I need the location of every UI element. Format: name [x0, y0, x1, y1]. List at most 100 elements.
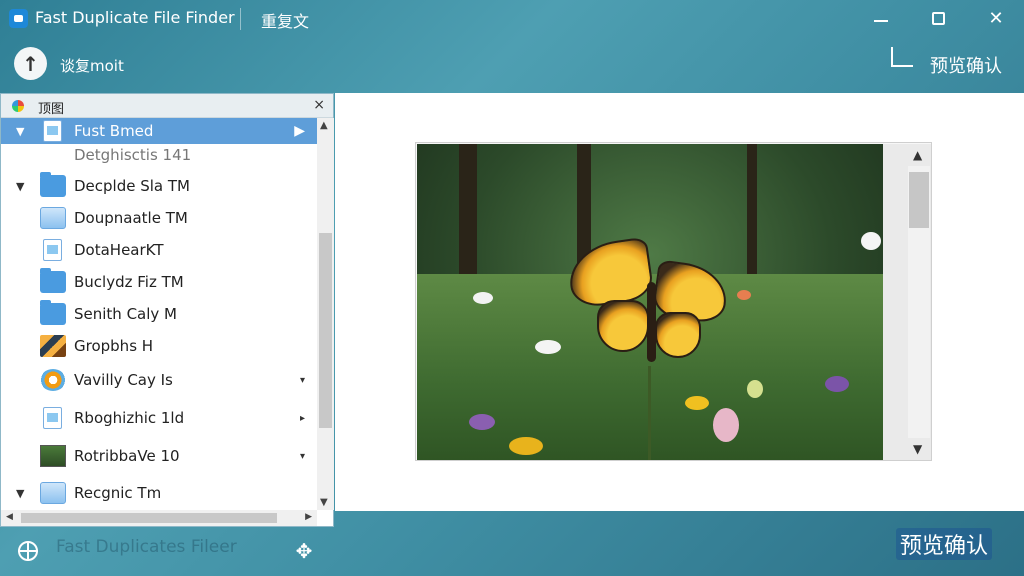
document-title: 重复文 [261, 12, 310, 31]
folder-light-icon [40, 482, 66, 504]
tree-item[interactable]: Senith Caly M [1, 300, 317, 327]
navigation-label: 谈复moit [60, 57, 124, 75]
tree-item[interactable]: Doupnaatle TM [1, 205, 317, 231]
butterfly [565, 236, 734, 372]
document-icon [43, 120, 62, 142]
tree-trunk [459, 144, 477, 294]
scroll-up-arrow-icon[interactable]: ▲ [320, 120, 328, 131]
expand-arrow-icon[interactable]: ▼ [16, 180, 24, 193]
folder-icon [40, 300, 66, 325]
image-vertical-scrollbar[interactable]: ▲ ▼ [883, 144, 931, 460]
file-tree: ▼ Fust Bmed ▶ Detghisctis 141 ▼ Decplde Sla T… [1, 118, 317, 510]
tree-item[interactable]: RotribbaVe 10 ▾ [1, 443, 317, 469]
folder-light-icon [40, 207, 66, 229]
tree-item[interactable]: ▼ Decplde Sla TM [1, 172, 317, 199]
color-wheel-icon [12, 100, 24, 112]
tree-item[interactable]: Gropbhs H [1, 333, 317, 359]
folder-icon [40, 268, 66, 293]
preview-confirm-link[interactable]: 预览确认 [930, 52, 1002, 78]
app-logo-icon [9, 9, 28, 28]
flower [535, 340, 561, 354]
flower-stem [648, 366, 651, 460]
expand-indicator-icon[interactable]: ▾ [300, 375, 305, 386]
tree-horizontal-scrollbar[interactable]: ◀ ▶ [1, 510, 317, 526]
close-icon: ✕ [988, 7, 1004, 29]
tree-item[interactable]: Detghisctis 141 [1, 142, 317, 168]
tree-item[interactable]: DotaHearKT [1, 237, 317, 263]
flower [685, 396, 709, 410]
tree-item-label: RotribbaVe 10 [74, 447, 180, 465]
gear-icon [40, 369, 66, 391]
preview-pane: ▲ ▼ [335, 93, 1024, 511]
scroll-right-arrow-icon[interactable]: ▶ [305, 512, 312, 522]
scroll-down-arrow-icon[interactable]: ▼ [320, 497, 328, 508]
close-button[interactable]: ✕ [981, 4, 1011, 32]
flower [473, 292, 493, 304]
flower [747, 380, 763, 398]
tree-item[interactable]: ▼ Fust Bmed ▶ [1, 118, 317, 144]
maximize-icon [931, 11, 945, 25]
tree-item-label: Doupnaatle TM [74, 209, 188, 227]
panel-close-button[interactable]: × [313, 97, 325, 113]
panel-header: 顶图 × [1, 94, 333, 118]
minimize-icon [874, 20, 888, 22]
image-frame: ▲ ▼ [415, 142, 932, 461]
butterfly-wing [597, 300, 649, 352]
title-bar: Fast Duplicate File Finder 重复文 ✕ [0, 0, 1024, 38]
expand-arrow-icon[interactable]: ▼ [16, 125, 24, 138]
file-tree-panel: 顶图 × ▼ Fust Bmed ▶ Detghisctis 141 ▼ Decplde … [0, 93, 334, 527]
folder-icon [40, 172, 66, 197]
photo-icon [40, 335, 66, 357]
tree-item-label: Decplde Sla TM [74, 177, 190, 195]
document-icon [43, 407, 62, 429]
document-icon [43, 239, 62, 261]
scroll-down-arrow-icon[interactable]: ▼ [913, 442, 922, 456]
flower [861, 232, 881, 250]
panel-title: 顶图 [38, 102, 65, 117]
tree-trunk [747, 144, 757, 294]
app-title: Fast Duplicate File Finder [35, 8, 235, 27]
flower [825, 376, 849, 392]
expand-indicator-icon[interactable]: ▸ [300, 413, 305, 424]
preview-confirm-button[interactable]: 预览确认 [896, 528, 993, 560]
preview-image[interactable] [417, 144, 883, 460]
tree-item[interactable]: Rboghizhic 1ld ▸ [1, 405, 317, 431]
minimize-button[interactable] [866, 4, 896, 32]
arrow-up-icon: ↑ [22, 51, 39, 76]
status-ghost-text: Fast Duplicates Fileer [56, 537, 237, 557]
tree-item-label: Vavilly Cay Is [74, 371, 173, 389]
butterfly-wing [565, 236, 655, 310]
maximize-button[interactable] [923, 4, 953, 32]
title-separator [240, 8, 241, 30]
scroll-up-arrow-icon[interactable]: ▲ [913, 148, 922, 162]
tree-item-label: Fust Bmed [74, 122, 154, 140]
flower [737, 290, 751, 300]
move-arrows-icon[interactable]: ✥ [293, 540, 315, 562]
navigate-up-button[interactable]: ↑ [14, 47, 47, 80]
expand-arrow-icon[interactable]: ▼ [16, 487, 24, 500]
scrollbar-thumb[interactable] [21, 513, 277, 523]
tree-item-label: Detghisctis 141 [74, 146, 192, 164]
flower [469, 414, 495, 430]
corner-bracket-icon [891, 47, 913, 67]
expand-indicator-icon[interactable]: ▾ [300, 451, 305, 462]
tree-item-label: Buclydz Fiz TM [74, 273, 184, 291]
scrollbar-thumb[interactable] [909, 172, 929, 228]
tree-item[interactable]: Vavilly Cay Is ▾ [1, 367, 317, 393]
tree-item[interactable]: ▼ Recgnic Tm [1, 480, 317, 506]
tree-item-label: Gropbhs H [74, 337, 154, 355]
crosshair-icon[interactable] [18, 541, 38, 561]
tree-item-label: Rboghizhic 1ld [74, 409, 185, 427]
tree-item-label: Senith Caly M [74, 305, 178, 323]
tree-item[interactable]: Buclydz Fiz TM [1, 268, 317, 295]
butterfly-body [647, 282, 656, 362]
scroll-left-arrow-icon[interactable]: ◀ [6, 512, 13, 522]
scrollbar-thumb[interactable] [319, 233, 332, 428]
expand-indicator-icon[interactable]: ▶ [294, 123, 305, 139]
tree-item-label: Recgnic Tm [74, 484, 162, 502]
tree-item-label: DotaHearKT [74, 241, 164, 259]
butterfly-wing [655, 312, 701, 358]
thumbnail-icon [40, 445, 66, 467]
flower [713, 408, 739, 442]
tree-vertical-scrollbar[interactable]: ▲ ▼ [317, 118, 334, 510]
